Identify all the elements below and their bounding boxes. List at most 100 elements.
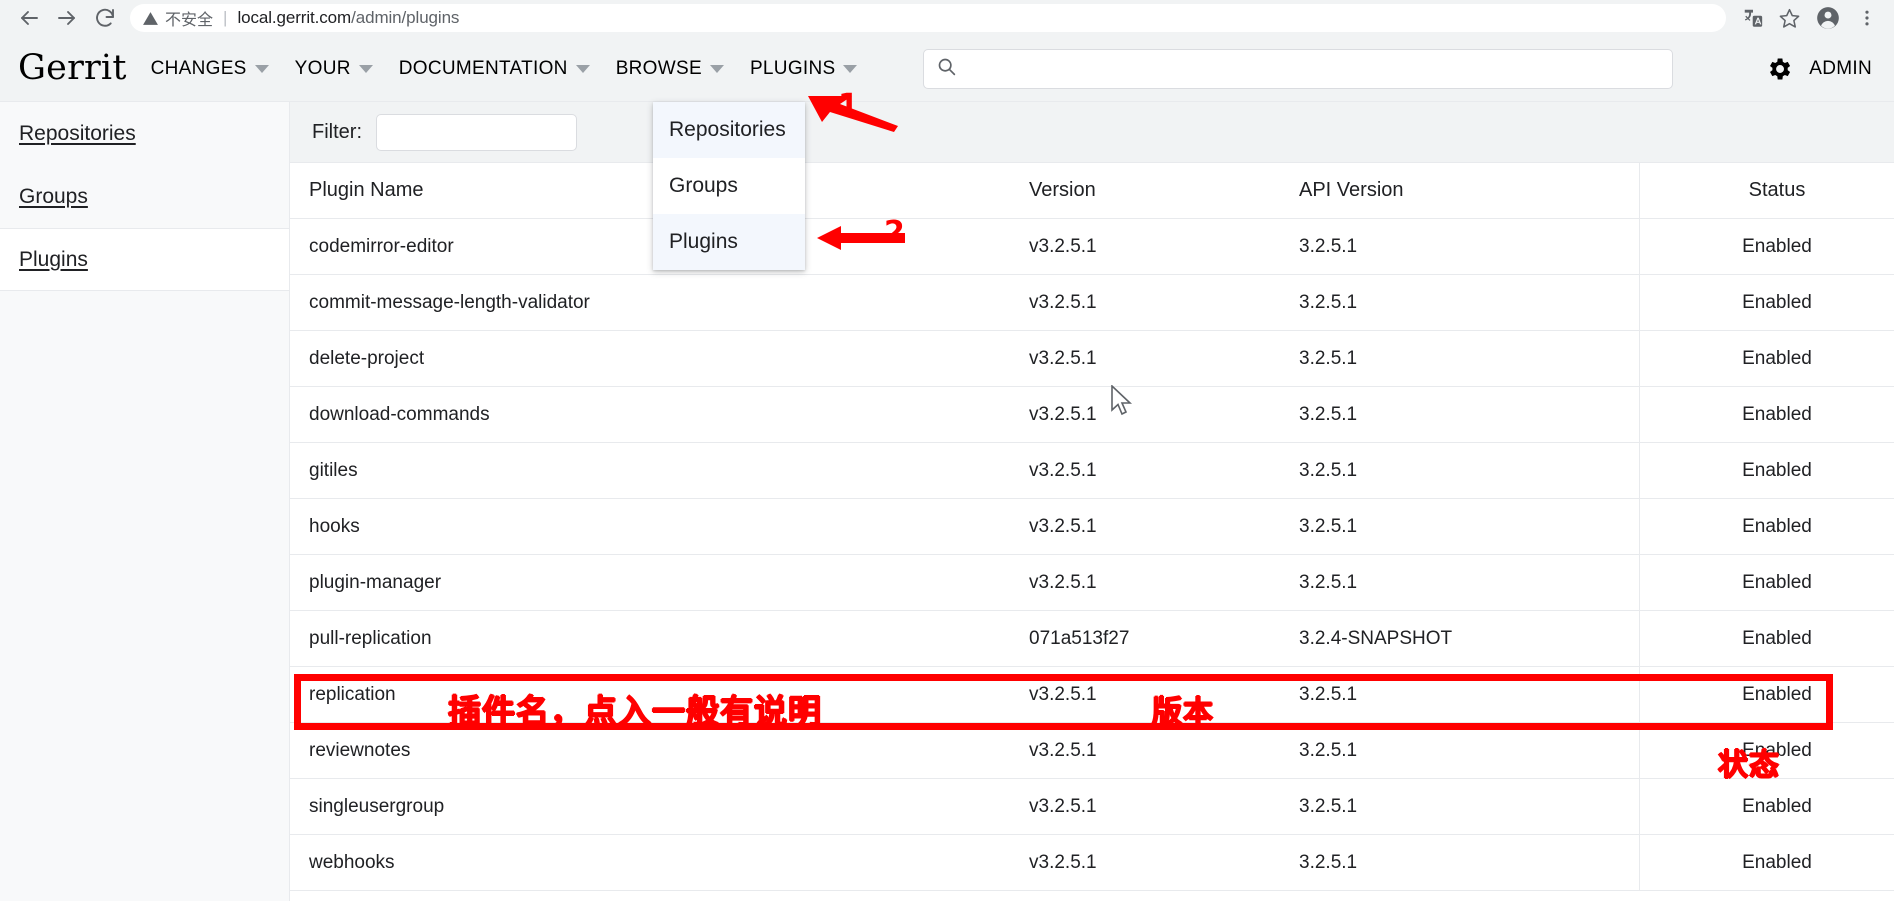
search-box[interactable] bbox=[923, 48, 1674, 89]
nav-item-your[interactable]: YOUR bbox=[295, 58, 373, 80]
cell-api-version: 3.2.5.1 bbox=[1299, 666, 1640, 723]
cell-plugin-name[interactable]: hooks bbox=[290, 498, 1029, 555]
filter-label: Filter: bbox=[312, 120, 362, 143]
cell-api-version: 3.2.5.1 bbox=[1299, 330, 1640, 387]
forward-button[interactable] bbox=[48, 3, 86, 33]
sidebar-item-repositories[interactable]: Repositories bbox=[0, 102, 289, 165]
url-path: /admin/plugins bbox=[351, 8, 460, 27]
table-row[interactable]: plugin-manager v3.2.5.1 3.2.5.1 Enabled bbox=[290, 554, 1894, 611]
sidebar-item-label: Groups bbox=[19, 184, 88, 208]
cell-plugin-name[interactable]: commit-message-length-validator bbox=[290, 274, 1029, 331]
nav-item-plugins[interactable]: PLUGINS bbox=[750, 58, 858, 80]
cell-version: 071a513f27 bbox=[1029, 610, 1299, 667]
account-circle-icon[interactable] bbox=[1808, 3, 1848, 33]
plugins-table-head: Plugin Name Version API Version Status bbox=[290, 163, 1894, 219]
browser-action-icons bbox=[1734, 3, 1884, 33]
plugins-table-body: codemirror-editor v3.2.5.1 3.2.5.1 Enabl… bbox=[290, 218, 1894, 891]
cell-version: v3.2.5.1 bbox=[1029, 666, 1299, 723]
table-row[interactable]: hooks v3.2.5.1 3.2.5.1 Enabled bbox=[290, 498, 1894, 555]
nav-item-documentation[interactable]: DOCUMENTATION bbox=[399, 58, 590, 80]
cell-version: v3.2.5.1 bbox=[1029, 442, 1299, 499]
chevron-down-icon bbox=[358, 64, 373, 73]
translate-icon[interactable] bbox=[1736, 3, 1770, 33]
table-row[interactable]: download-commands v3.2.5.1 3.2.5.1 Enabl… bbox=[290, 386, 1894, 443]
cell-api-version: 3.2.5.1 bbox=[1299, 834, 1640, 891]
cell-version: v3.2.5.1 bbox=[1029, 498, 1299, 555]
cell-status: Enabled bbox=[1639, 218, 1894, 275]
table-row[interactable]: webhooks v3.2.5.1 3.2.5.1 Enabled bbox=[290, 834, 1894, 891]
screenshot-root: 不安全 | local.gerrit.com/admin/plugins Ger… bbox=[0, 0, 1894, 901]
arrow-left-icon bbox=[17, 6, 41, 30]
cell-api-version: 3.2.5.1 bbox=[1299, 722, 1640, 779]
chevron-down-icon bbox=[254, 64, 269, 73]
cell-api-version: 3.2.5.1 bbox=[1299, 498, 1640, 555]
cell-version: v3.2.5.1 bbox=[1029, 834, 1299, 891]
cell-plugin-name[interactable]: webhooks bbox=[290, 834, 1029, 891]
sidebar-item-groups[interactable]: Groups bbox=[0, 165, 289, 228]
address-bar[interactable]: 不安全 | local.gerrit.com/admin/plugins bbox=[130, 4, 1726, 32]
table-row[interactable]: reviewnotes v3.2.5.1 3.2.5.1 Enabled bbox=[290, 722, 1894, 779]
table-row[interactable]: replication v3.2.5.1 3.2.5.1 Enabled bbox=[290, 666, 1894, 723]
cell-api-version: 3.2.5.1 bbox=[1299, 274, 1640, 331]
search-input[interactable] bbox=[967, 57, 1661, 80]
filter-input[interactable] bbox=[376, 113, 577, 151]
cell-api-version: 3.2.5.1 bbox=[1299, 778, 1640, 835]
cell-api-version: 3.2.5.1 bbox=[1299, 442, 1640, 499]
admin-sidebar: Repositories Groups Plugins bbox=[0, 102, 290, 901]
nav-item-changes[interactable]: CHANGES bbox=[151, 58, 269, 80]
column-header-version[interactable]: Version bbox=[1029, 163, 1299, 219]
cell-api-version: 3.2.5.1 bbox=[1299, 554, 1640, 611]
dropdown-item-groups[interactable]: Groups bbox=[653, 158, 805, 214]
column-header-status[interactable]: Status bbox=[1639, 163, 1894, 219]
browser-toolbar: 不安全 | local.gerrit.com/admin/plugins bbox=[0, 0, 1894, 36]
warning-triangle-icon bbox=[142, 10, 159, 27]
three-dots-vertical-icon[interactable] bbox=[1850, 3, 1884, 33]
chevron-down-icon bbox=[709, 64, 724, 73]
dropdown-item-repositories[interactable]: Repositories bbox=[653, 102, 805, 158]
chevron-down-icon bbox=[843, 64, 858, 73]
cell-api-version: 3.2.5.1 bbox=[1299, 218, 1640, 275]
cell-status: Enabled bbox=[1639, 330, 1894, 387]
sidebar-item-plugins[interactable]: Plugins bbox=[0, 228, 289, 291]
table-row[interactable]: commit-message-length-validator v3.2.5.1… bbox=[290, 274, 1894, 331]
browse-dropdown-menu: Repositories Groups Plugins bbox=[653, 102, 805, 270]
cell-plugin-name[interactable]: delete-project bbox=[290, 330, 1029, 387]
sidebar-item-label: Repositories bbox=[19, 121, 136, 145]
cell-plugin-name[interactable]: pull-replication bbox=[290, 610, 1029, 667]
gear-icon[interactable] bbox=[1765, 55, 1793, 83]
cell-plugin-name[interactable]: download-commands bbox=[290, 386, 1029, 443]
nav-label: CHANGES bbox=[150, 57, 247, 79]
reload-button[interactable] bbox=[86, 3, 124, 33]
nav-label: BROWSE bbox=[615, 57, 702, 79]
back-button[interactable] bbox=[10, 3, 48, 33]
table-row[interactable]: codemirror-editor v3.2.5.1 3.2.5.1 Enabl… bbox=[290, 218, 1894, 275]
gerrit-logo[interactable]: Gerrit bbox=[18, 51, 127, 86]
nav-label: PLUGINS bbox=[749, 57, 836, 79]
account-label[interactable]: ADMIN bbox=[1809, 58, 1872, 80]
cell-plugin-name[interactable]: replication bbox=[290, 666, 1029, 723]
nav-label: YOUR bbox=[294, 57, 351, 79]
cell-plugin-name[interactable]: gitiles bbox=[290, 442, 1029, 499]
cell-plugin-name[interactable]: reviewnotes bbox=[290, 722, 1029, 779]
table-row[interactable]: gitiles v3.2.5.1 3.2.5.1 Enabled bbox=[290, 442, 1894, 499]
security-label: 不安全 bbox=[165, 10, 214, 29]
cell-plugin-name[interactable]: singleusergroup bbox=[290, 778, 1029, 835]
cell-version: v3.2.5.1 bbox=[1029, 218, 1299, 275]
cell-api-version: 3.2.5.1 bbox=[1299, 386, 1640, 443]
address-divider: | bbox=[223, 8, 228, 27]
dropdown-item-plugins[interactable]: Plugins bbox=[653, 214, 805, 270]
cell-version: v3.2.5.1 bbox=[1029, 386, 1299, 443]
table-row[interactable]: delete-project v3.2.5.1 3.2.5.1 Enabled bbox=[290, 330, 1894, 387]
table-row[interactable]: singleusergroup v3.2.5.1 3.2.5.1 Enabled bbox=[290, 778, 1894, 835]
column-header-api-version[interactable]: API Version bbox=[1299, 163, 1640, 219]
cell-plugin-name[interactable]: plugin-manager bbox=[290, 554, 1029, 611]
cell-status: Enabled bbox=[1639, 498, 1894, 555]
table-row[interactable]: pull-replication 071a513f27 3.2.4-SNAPSH… bbox=[290, 610, 1894, 667]
nav-item-browse[interactable]: BROWSE bbox=[616, 58, 724, 80]
filter-bar: Filter: bbox=[290, 102, 1894, 163]
header-right-cluster: ADMIN bbox=[1765, 55, 1872, 83]
cell-version: v3.2.5.1 bbox=[1029, 778, 1299, 835]
cell-status: Enabled bbox=[1639, 834, 1894, 891]
star-icon[interactable] bbox=[1772, 3, 1806, 33]
chevron-down-icon bbox=[575, 64, 590, 73]
